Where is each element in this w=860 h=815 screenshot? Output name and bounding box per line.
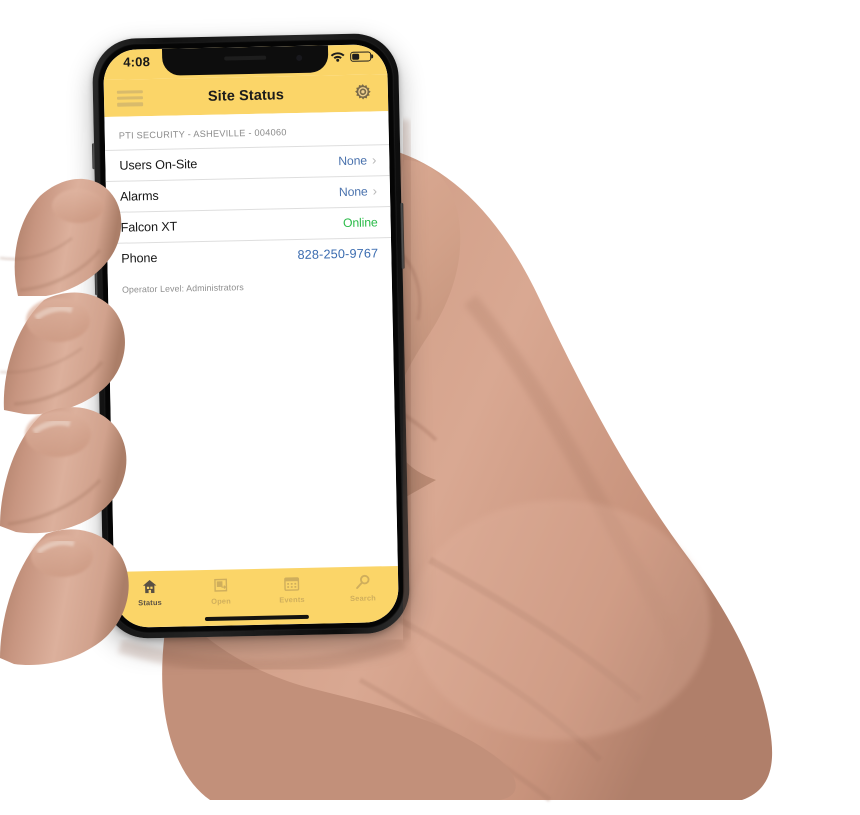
- phone-screen: 4:08 Site Status PTI SECURITY - ASHEVILL…: [102, 44, 400, 628]
- page-title: Site Status: [207, 86, 285, 105]
- tab-label: Events: [279, 594, 305, 605]
- tab-open[interactable]: Open: [185, 576, 257, 606]
- tab-search[interactable]: Search: [327, 573, 399, 603]
- row-value: None: [338, 184, 368, 200]
- phone-number-link[interactable]: 828-250-9767: [297, 246, 378, 262]
- content-area: PTI SECURITY - ASHEVILLE - 004060 Users …: [104, 111, 398, 572]
- tab-status[interactable]: Status: [114, 577, 186, 607]
- chevron-right-icon: ›: [372, 182, 378, 198]
- hamburger-menu-icon[interactable]: [116, 88, 144, 109]
- calendar-icon: [284, 577, 300, 591]
- magnifier-icon: [356, 574, 370, 589]
- volume-up-button[interactable]: [92, 189, 97, 238]
- wifi-icon: [330, 52, 345, 62]
- status-badge: Online: [342, 215, 378, 231]
- row-label: Users On-Site: [119, 157, 198, 173]
- battery-icon: [350, 50, 372, 62]
- navigation-bar: Site Status: [103, 74, 389, 118]
- silent-switch[interactable]: [91, 143, 96, 170]
- front-camera: [296, 54, 303, 61]
- row-label: Phone: [121, 250, 158, 266]
- scene: 4:08 Site Status PTI SECURITY - ASHEVILL…: [0, 0, 860, 815]
- tab-label: Status: [138, 597, 163, 608]
- row-label: Alarms: [119, 188, 159, 204]
- door-open-icon: [214, 578, 228, 592]
- notch: [161, 45, 329, 76]
- row-value-group: Online: [343, 215, 378, 230]
- tab-bar: Status Open Events Search: [113, 565, 400, 628]
- power-button[interactable]: [400, 202, 405, 269]
- tab-label: Search: [349, 593, 377, 603]
- home-icon: [142, 579, 157, 594]
- row-label: Falcon XT: [120, 219, 178, 235]
- home-indicator[interactable]: [204, 615, 309, 622]
- chevron-right-icon: ›: [371, 151, 377, 167]
- volume-down-button[interactable]: [94, 247, 99, 296]
- phone-device: 4:08 Site Status PTI SECURITY - ASHEVILL…: [91, 32, 411, 640]
- row-value-group: None ›: [338, 182, 378, 200]
- row-value: None: [338, 153, 368, 169]
- row-value-group: None ›: [338, 151, 377, 169]
- tab-label: Open: [211, 596, 231, 606]
- battery-fill: [352, 53, 360, 60]
- tab-events[interactable]: Events: [256, 574, 328, 604]
- earpiece-speaker: [224, 55, 267, 61]
- gear-icon[interactable]: [352, 82, 374, 104]
- operator-level-text: Operator Level: Administrators: [121, 282, 244, 295]
- status-time: 4:08: [123, 54, 151, 70]
- row-value-group: 828-250-9767: [297, 246, 378, 262]
